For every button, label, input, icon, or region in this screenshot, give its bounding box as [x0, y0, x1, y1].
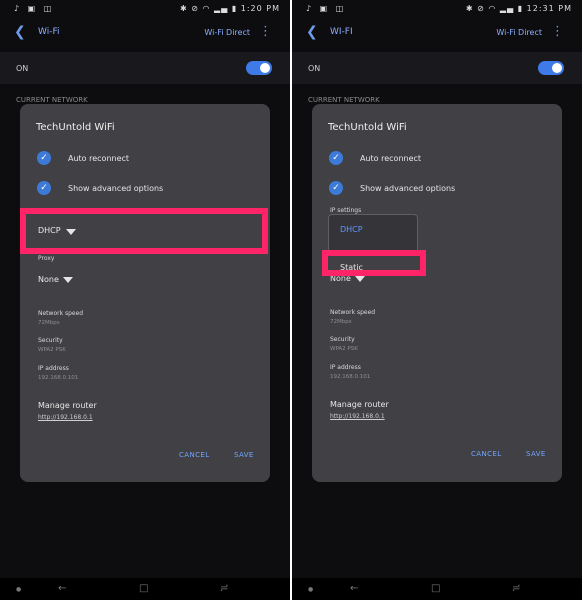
- nav-home-icon[interactable]: □: [139, 583, 148, 594]
- current-network-label: CURRENT NETWORK: [308, 96, 380, 104]
- wifi-toggle[interactable]: [246, 61, 272, 75]
- dialog-title: TechUntold WiFi: [36, 122, 115, 133]
- nav-dot-icon[interactable]: ●: [16, 586, 21, 593]
- wifi-toggle-row[interactable]: ON: [292, 52, 582, 84]
- advanced-options-checkbox[interactable]: ✓: [329, 181, 343, 195]
- status-bar: ♪ ▣ ◫ ✱ ⊘ ◠ ▂▄ ▮ 12:31 PM: [292, 0, 582, 18]
- manage-router-label: Manage router: [38, 401, 97, 410]
- ip-settings-label: IP settings: [330, 207, 362, 214]
- proxy-value[interactable]: None: [38, 275, 59, 284]
- nav-recents-icon[interactable]: ≓: [220, 583, 228, 594]
- page-title: Wi-Fi: [38, 27, 60, 37]
- ip-settings-value[interactable]: DHCP: [38, 226, 61, 235]
- nav-recents-icon[interactable]: ≓: [512, 583, 520, 594]
- proxy-caret-icon[interactable]: [355, 276, 365, 282]
- save-button[interactable]: SAVE: [234, 451, 254, 459]
- auto-reconnect-checkbox[interactable]: ✓: [37, 151, 51, 165]
- wifi-on-label: ON: [16, 64, 29, 73]
- ip-address-value: 192.168.0.101: [330, 374, 371, 380]
- clock: 12:31 PM: [526, 4, 572, 13]
- proxy-caret-icon[interactable]: [63, 277, 73, 283]
- security-value: WPA2 PSK: [38, 347, 66, 353]
- app-bar: ❮ Wi-Fi Wi-Fi Direct ⋮: [0, 22, 290, 46]
- wifi-toggle[interactable]: [538, 61, 564, 75]
- nav-back-icon[interactable]: ←: [58, 583, 66, 594]
- option-dhcp[interactable]: DHCP: [340, 225, 363, 234]
- router-link[interactable]: http://192.168.0.1: [38, 414, 93, 421]
- more-options-icon[interactable]: ⋮: [259, 24, 272, 39]
- wifi-on-label: ON: [308, 64, 321, 73]
- ip-address-value: 192.168.0.101: [38, 375, 79, 381]
- security-label: Security: [38, 337, 63, 344]
- back-arrow-icon[interactable]: ❮: [14, 24, 26, 40]
- wifi-direct-link[interactable]: Wi-Fi Direct: [204, 28, 250, 37]
- advanced-options-label: Show advanced options: [360, 184, 456, 193]
- dropdown-caret-icon[interactable]: [66, 229, 76, 235]
- network-speed-value: 72Mbps: [38, 320, 60, 326]
- network-dialog: TechUntold WiFi ✓ Auto reconnect ✓ Show …: [312, 104, 562, 482]
- auto-reconnect-checkbox[interactable]: ✓: [329, 151, 343, 165]
- cancel-button[interactable]: CANCEL: [179, 451, 210, 459]
- network-dialog: TechUntold WiFi ✓ Auto reconnect ✓ Show …: [20, 104, 270, 482]
- manage-router-label: Manage router: [330, 400, 389, 409]
- auto-reconnect-label: Auto reconnect: [360, 154, 422, 163]
- nav-home-icon[interactable]: □: [431, 583, 440, 594]
- advanced-options-checkbox[interactable]: ✓: [37, 181, 51, 195]
- wifi-direct-link[interactable]: Wi-Fi Direct: [496, 28, 542, 37]
- navigation-bar: ● ← □ ≓: [0, 578, 290, 600]
- cancel-button[interactable]: CANCEL: [471, 450, 502, 458]
- auto-reconnect-label: Auto reconnect: [68, 154, 130, 163]
- security-value: WPA2 PSK: [330, 346, 358, 352]
- wifi-toggle-row[interactable]: ON: [0, 52, 290, 84]
- clock: 1:20 PM: [240, 4, 280, 13]
- ip-address-label: IP address: [38, 365, 69, 372]
- status-right: ✱ ⊘ ◠ ▂▄ ▮ 1:20 PM: [179, 4, 280, 13]
- nav-back-icon[interactable]: ←: [350, 583, 358, 594]
- navigation-bar: ● ← □ ≓: [292, 578, 582, 600]
- notification-icons: ♪ ▣ ◫: [14, 4, 55, 13]
- page-title: WI-FI: [330, 27, 353, 37]
- dialog-title: TechUntold WiFi: [328, 122, 407, 133]
- screenshot: ♪ ▣ ◫ ✱ ⊘ ◠ ▂▄ ▮ 1:20 PM ❮ Wi-Fi Wi-Fi D…: [0, 0, 582, 600]
- highlight-box: [322, 250, 426, 276]
- notification-icons: ♪ ▣ ◫: [306, 4, 347, 13]
- nav-dot-icon[interactable]: ●: [308, 586, 313, 593]
- security-label: Security: [330, 336, 355, 343]
- right-screen: ♪ ▣ ◫ ✱ ⊘ ◠ ▂▄ ▮ 12:31 PM ❮ WI-FI Wi-Fi …: [292, 0, 582, 600]
- router-link[interactable]: http://192.168.0.1: [330, 413, 385, 420]
- save-button[interactable]: SAVE: [526, 450, 546, 458]
- network-speed-value: 72Mbps: [330, 319, 352, 325]
- proxy-label: Proxy: [38, 255, 55, 262]
- more-options-icon[interactable]: ⋮: [551, 24, 564, 39]
- status-right: ✱ ⊘ ◠ ▂▄ ▮ 12:31 PM: [465, 4, 572, 13]
- app-bar: ❮ WI-FI Wi-Fi Direct ⋮: [292, 22, 582, 46]
- back-arrow-icon[interactable]: ❮: [306, 24, 318, 40]
- network-speed-label: Network speed: [330, 309, 376, 316]
- status-bar: ♪ ▣ ◫ ✱ ⊘ ◠ ▂▄ ▮ 1:20 PM: [0, 0, 290, 18]
- left-screen: ♪ ▣ ◫ ✱ ⊘ ◠ ▂▄ ▮ 1:20 PM ❮ Wi-Fi Wi-Fi D…: [0, 0, 290, 600]
- ip-address-label: IP address: [330, 364, 361, 371]
- current-network-label: CURRENT NETWORK: [16, 96, 88, 104]
- network-speed-label: Network speed: [38, 310, 84, 317]
- advanced-options-label: Show advanced options: [68, 184, 164, 193]
